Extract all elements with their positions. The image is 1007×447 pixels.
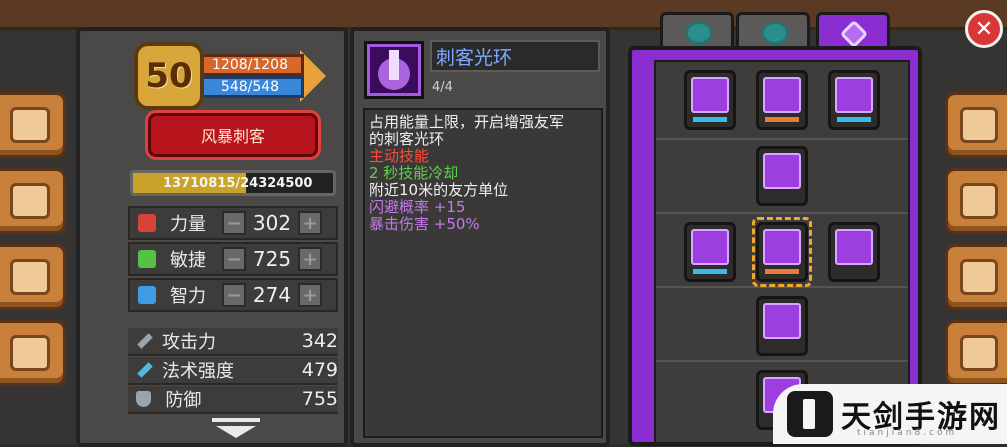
xp-bar: 13710815/24324500 — [130, 170, 336, 196]
helmet-icon — [960, 107, 998, 143]
skill-level-pips — [693, 117, 727, 122]
side-tab-pet[interactable] — [0, 244, 66, 310]
sword-icon — [137, 333, 153, 349]
lightning-slash-icon — [763, 303, 801, 339]
xp-text: 13710815/24324500 — [163, 175, 313, 191]
attr-label: 防御 — [165, 390, 202, 411]
attr-label: 法术强度 — [161, 361, 234, 382]
decrease-button[interactable]: − — [222, 211, 246, 235]
shield-icon — [136, 391, 152, 407]
side-tab-helmet[interactable] — [0, 320, 66, 386]
watermark-logo-icon — [787, 391, 833, 437]
side-tab-book[interactable] — [0, 92, 66, 158]
feather-icon — [138, 250, 156, 268]
stat-value: 274 — [252, 283, 292, 307]
shadow-form-icon — [691, 229, 729, 265]
skill-node[interactable] — [756, 146, 808, 206]
close-button[interactable]: ✕ — [965, 10, 1003, 48]
wand-icon — [137, 362, 153, 378]
watermark-url: tianjian8.com — [857, 428, 958, 438]
increase-button[interactable]: + — [298, 283, 322, 307]
swirl-icon — [761, 21, 789, 45]
right-tab-compass[interactable] — [945, 244, 1007, 310]
decrease-button[interactable]: − — [222, 283, 246, 307]
shield-up-icon — [835, 229, 873, 265]
skill-level-pips — [765, 117, 799, 122]
skill-name: 刺客光环 — [430, 40, 600, 72]
attr-row-spellpower: 法术强度 479 — [128, 357, 338, 385]
attr-label: 攻击力 — [161, 332, 216, 353]
skill-tree-icon — [960, 183, 998, 219]
selection-frame — [752, 217, 812, 287]
twin-blades-icon — [763, 153, 801, 189]
stat-value: 725 — [252, 247, 292, 271]
scroll-down-arrow-icon[interactable] — [212, 418, 260, 438]
skill-node[interactable] — [684, 70, 736, 130]
desc-line: 2 秒技能冷却 — [369, 164, 459, 182]
dagger-strike-icon — [763, 77, 801, 113]
stat-label: 敏捷 — [170, 250, 206, 271]
skill-node[interactable] — [828, 70, 880, 130]
level-badge: 50 — [134, 42, 204, 110]
burst-skill-icon — [691, 77, 729, 113]
stat-label: 力量 — [170, 214, 206, 235]
fist-icon — [138, 214, 156, 232]
stat-row-agility: 敏捷 − 725 + — [128, 242, 338, 276]
stat-row-strength: 力量 − 302 + — [128, 206, 338, 240]
stat-value: 302 — [252, 211, 292, 235]
increase-button[interactable]: + — [298, 211, 322, 235]
skill-node[interactable] — [828, 222, 880, 282]
desc-line: 的刺客光环 — [369, 130, 445, 148]
skill-node[interactable] — [756, 296, 808, 356]
attr-row-defense: 防御 755 — [128, 386, 338, 414]
skill-description: 占用能量上限，开启增强友军 的刺客光环 主动技能 2 秒技能冷却 附近10米的友… — [363, 108, 603, 438]
class-title-banner: 风暴刺客 — [148, 113, 318, 157]
desc-line: 暴击伤害 +50% — [369, 215, 480, 233]
increase-button[interactable]: + — [298, 247, 322, 271]
desc-line: 附近10米的友方单位 — [369, 181, 509, 199]
desc-line: 闪避概率 +15 — [369, 198, 466, 216]
desc-line: 占用能量上限，开启增强友军 — [369, 113, 565, 131]
paw-icon — [10, 259, 50, 295]
assassin-aura-icon — [364, 41, 424, 99]
right-tab-helmet[interactable] — [945, 92, 1007, 158]
desc-line: 主动技能 — [369, 147, 430, 165]
plus-heal-icon — [835, 77, 873, 113]
watermark: 天剑手游网 tianjian8.com — [773, 384, 1007, 444]
hp-bar: 1208/1208 — [196, 54, 304, 76]
decrease-button[interactable]: − — [222, 247, 246, 271]
skill-node[interactable] — [756, 70, 808, 130]
skill-level-pips — [837, 117, 871, 122]
compass-icon — [960, 259, 998, 295]
book-icon — [10, 107, 50, 143]
attr-row-attack: 攻击力 342 — [128, 328, 338, 356]
skill-level-pips — [693, 269, 727, 274]
right-tab-skills[interactable] — [945, 168, 1007, 234]
skill-level: 4/4 — [432, 80, 453, 95]
attr-value: 342 — [301, 330, 338, 352]
mp-bar: 548/548 — [196, 76, 304, 98]
scroll-icon — [10, 183, 50, 219]
right-tab-settings[interactable] — [945, 320, 1007, 386]
swirl-icon — [685, 21, 713, 45]
attr-value: 755 — [301, 388, 338, 410]
stat-row-intelligence: 智力 − 274 + — [128, 278, 338, 312]
helmet-icon — [10, 335, 50, 371]
skill-node[interactable] — [684, 222, 736, 282]
gear-icon — [960, 335, 998, 371]
book-icon — [138, 286, 156, 304]
assassin-emblem-icon — [839, 19, 869, 49]
side-tab-scroll[interactable] — [0, 168, 66, 234]
attr-value: 479 — [301, 359, 338, 381]
stat-label: 智力 — [170, 286, 206, 307]
